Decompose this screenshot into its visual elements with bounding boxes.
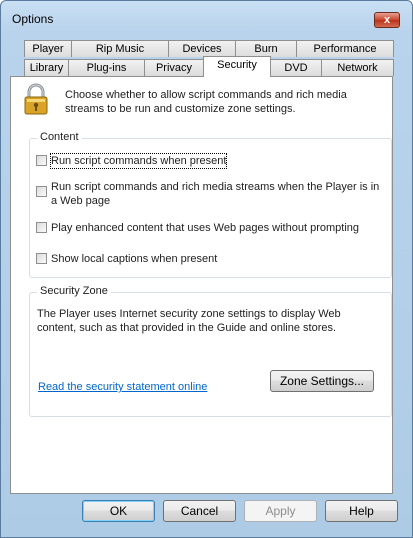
tab-label: Library (29, 62, 64, 74)
run-script-checkbox[interactable] (36, 155, 47, 166)
security-zone-label: Security Zone (37, 285, 111, 297)
tab-rip-music[interactable]: Rip Music (71, 40, 169, 57)
lock-icon (22, 82, 50, 116)
show-captions-checkbox[interactable] (36, 253, 47, 264)
tab-label: Player (32, 43, 64, 55)
zone-settings-button[interactable]: Zone Settings... (270, 370, 374, 392)
apply-button[interactable]: Apply (244, 500, 317, 522)
security-zone-description: The Player uses Internet security zone s… (37, 308, 341, 334)
tab-security[interactable]: Security (203, 56, 271, 77)
help-button[interactable]: Help (325, 500, 398, 522)
run-script-label[interactable]: Run script commands when present (49, 153, 228, 169)
play-enhanced-checkbox[interactable] (36, 222, 47, 233)
tab-plug-ins[interactable]: Plug-ins (68, 59, 145, 76)
tab-dvd[interactable]: DVD (270, 59, 322, 76)
window-title: Options (12, 12, 54, 26)
tab-performance[interactable]: Performance (296, 40, 394, 57)
tab-library[interactable]: Library (24, 59, 69, 76)
cancel-button[interactable]: Cancel (163, 500, 236, 522)
tab-privacy[interactable]: Privacy (144, 59, 204, 76)
close-icon: x (383, 14, 391, 26)
title-bar[interactable]: Options x (1, 1, 412, 35)
zone-settings-label: Zone Settings... (279, 374, 365, 388)
apply-label: Apply (265, 504, 296, 518)
tab-label: DVD (284, 62, 308, 74)
close-button[interactable]: x (374, 12, 400, 28)
play-enhanced-label[interactable]: Play enhanced content that uses Web page… (51, 221, 359, 235)
tab-network[interactable]: Network (321, 59, 394, 76)
tab-burn[interactable]: Burn (235, 40, 297, 57)
content-group: Content Run script commands when present… (29, 131, 392, 278)
security-statement-link[interactable]: Read the security statement online (38, 381, 207, 393)
tab-player[interactable]: Player (24, 40, 72, 57)
content-group-label: Content (37, 131, 82, 143)
security-zone-group: Security Zone The Player uses Internet s… (29, 285, 392, 417)
show-captions-label[interactable]: Show local captions when present (51, 252, 217, 266)
tab-label: Network (337, 62, 378, 74)
tab-label: Burn (254, 43, 278, 55)
ok-button[interactable]: OK (82, 500, 155, 522)
ok-label: OK (109, 504, 128, 518)
run-script-web-label[interactable]: Run script commands and rich media strea… (51, 180, 381, 208)
help-label: Help (349, 504, 374, 518)
tab-label: Rip Music (95, 43, 145, 55)
tab-devices[interactable]: Devices (168, 40, 236, 57)
tab-label: Plug-ins (86, 62, 127, 74)
cancel-label: Cancel (180, 504, 219, 518)
tab-label: Devices (182, 43, 222, 55)
tab-label: Performance (313, 43, 377, 55)
run-script-web-checkbox[interactable] (36, 186, 47, 197)
tab-label: Privacy (155, 62, 193, 74)
tab-label: Security (217, 59, 257, 71)
intro-text: Choose whether to allow script commands … (65, 89, 347, 115)
